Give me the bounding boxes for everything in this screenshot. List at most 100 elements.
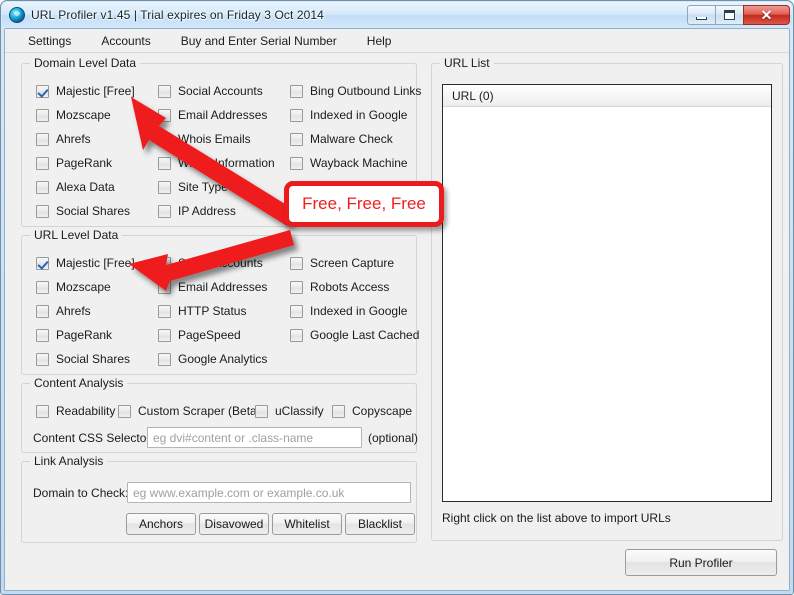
checkbox-domain-ahrefs[interactable]: Ahrefs [36, 132, 91, 146]
checkbox-url-social-shares[interactable]: Social Shares [36, 352, 130, 366]
checkbox-label: Readability [56, 404, 116, 418]
checkbox-url-google-analytics[interactable]: Google Analytics [158, 352, 267, 366]
checkbox-url-screen-capture[interactable]: Screen Capture [290, 256, 394, 270]
checkbox-label: Indexed in Google [310, 304, 408, 318]
checkbox-url-pagerank[interactable]: PageRank [36, 328, 112, 342]
checkbox-box-icon [36, 132, 49, 146]
checkbox-label: Whois Information [178, 156, 275, 170]
checkbox-domain-wayback-machine[interactable]: Wayback Machine [290, 156, 408, 170]
checkbox-url-pagespeed[interactable]: PageSpeed [158, 328, 241, 342]
checkbox-domain-mozscape[interactable]: Mozscape [36, 108, 111, 122]
group-domain-level-data: Domain Level Data Majestic [Free] Mozsca… [21, 56, 421, 227]
application-window: URL Profiler v1.45 | Trial expires on Fr… [0, 0, 794, 595]
blacklist-button[interactable]: Blacklist [345, 513, 415, 535]
checkbox-url-social-accounts[interactable]: Social Accounts [158, 256, 263, 270]
menu-item-help[interactable]: Help [356, 31, 403, 51]
checkbox-uclassify[interactable]: uClassify [255, 404, 324, 418]
anchors-button[interactable]: Anchors [126, 513, 196, 535]
menu-item-buy-serial[interactable]: Buy and Enter Serial Number [170, 31, 348, 51]
group-domain-level-data-title: Domain Level Data [30, 56, 141, 70]
checkbox-copyscape[interactable]: Copyscape [332, 404, 412, 418]
checkbox-label: Social Shares [56, 352, 131, 366]
checkbox-domain-site-type[interactable]: Site Type [158, 180, 228, 194]
checkbox-url-indexed-in-google[interactable]: Indexed in Google [290, 304, 407, 318]
checkbox-label: Majestic [Free] [56, 84, 135, 98]
checkbox-url-ahrefs[interactable]: Ahrefs [36, 304, 91, 318]
domain-to-check-label: Domain to Check: [33, 486, 129, 500]
checkbox-label: Wayback Machine [310, 156, 408, 170]
url-listview-column-header[interactable]: URL (0) [443, 85, 771, 107]
checkbox-box-icon [36, 404, 49, 418]
checkbox-label: Indexed in Google [310, 108, 408, 122]
checkbox-box-icon [255, 404, 268, 418]
close-button[interactable]: ✕ [743, 5, 790, 25]
checkbox-label: PageRank [56, 328, 113, 342]
group-url-list: URL List URL (0) Right click on the list… [431, 56, 783, 541]
checkbox-box-icon [158, 180, 171, 194]
checkbox-domain-social-shares[interactable]: Social Shares [36, 204, 130, 218]
maximize-button[interactable] [715, 5, 744, 25]
menu-item-settings[interactable]: Settings [17, 31, 82, 51]
checkbox-label: IP Address [178, 204, 236, 218]
checkbox-url-email-addresses[interactable]: Email Addresses [158, 280, 267, 294]
checkbox-box-icon [36, 352, 49, 366]
checkbox-domain-social-accounts[interactable]: Social Accounts [158, 84, 263, 98]
checkbox-domain-whois-emails[interactable]: Whois Emails [158, 132, 251, 146]
maximize-icon [724, 10, 735, 20]
checkbox-url-google-last-cached[interactable]: Google Last Cached [290, 328, 419, 342]
checkbox-url-mozscape[interactable]: Mozscape [36, 280, 111, 294]
disavowed-button[interactable]: Disavowed [199, 513, 269, 535]
whitelist-button[interactable]: Whitelist [272, 513, 342, 535]
checkbox-label: Google Analytics [178, 352, 268, 366]
content-css-selector-input[interactable]: eg dvi#content or .class-name [147, 427, 362, 448]
menu-item-accounts[interactable]: Accounts [90, 31, 161, 51]
checkbox-box-icon [290, 328, 303, 342]
checkbox-domain-pagerank[interactable]: PageRank [36, 156, 112, 170]
menu-bar: Settings Accounts Buy and Enter Serial N… [5, 29, 789, 53]
checkbox-domain-whois-information[interactable]: Whois Information [158, 156, 275, 170]
group-content-analysis-title: Content Analysis [30, 376, 128, 390]
checkbox-box-icon [36, 108, 49, 122]
group-url-list-title: URL List [440, 56, 494, 70]
checkbox-box-icon [290, 132, 303, 146]
checkbox-url-majestic-free[interactable]: Majestic [Free] [36, 256, 135, 270]
checkbox-label: Majestic [Free] [56, 256, 135, 270]
checkbox-domain-bing-outbound-links[interactable]: Bing Outbound Links [290, 84, 421, 98]
run-profiler-button[interactable]: Run Profiler [625, 549, 777, 576]
checkbox-box-icon [290, 180, 303, 194]
content-css-selector-optional-label: (optional) [368, 431, 419, 445]
minimize-button[interactable] [687, 5, 716, 25]
domain-to-check-input[interactable]: eg www.example.com or example.co.uk [127, 482, 411, 503]
checkbox-label: Whois Emails [178, 132, 251, 146]
checkbox-label: Copyscape [352, 404, 413, 418]
checkbox-domain-ip-address[interactable]: IP Address [158, 204, 236, 218]
checkbox-box-icon [158, 256, 171, 270]
checkbox-url-http-status[interactable]: HTTP Status [158, 304, 246, 318]
checkbox-label: Social Accounts [178, 84, 263, 98]
window-title: URL Profiler v1.45 | Trial expires on Fr… [31, 8, 324, 22]
url-list-hint: Right click on the list above to import … [442, 511, 671, 525]
group-content-analysis: Content Analysis Readability Custom Scra… [21, 376, 419, 453]
checkbox-box-icon [158, 280, 171, 294]
checkbox-label: Google Last Cached [310, 328, 420, 342]
checkbox-label: PageRank [56, 156, 113, 170]
checkbox-url-robots-access[interactable]: Robots Access [290, 280, 389, 294]
checkbox-domain-dmoz-listing[interactable]: Dmoz Listing [290, 180, 379, 194]
checkbox-domain-majestic-free[interactable]: Majestic [Free] [36, 84, 135, 98]
checkbox-box-icon [158, 204, 171, 218]
checkbox-domain-indexed-in-google[interactable]: Indexed in Google [290, 108, 407, 122]
checkbox-domain-malware-check[interactable]: Malware Check [290, 132, 393, 146]
checkbox-custom-scraper[interactable]: Custom Scraper (Beta) [118, 404, 261, 418]
checkbox-box-icon [36, 328, 49, 342]
checkbox-domain-alexa-data[interactable]: Alexa Data [36, 180, 115, 194]
checkbox-box-icon [36, 156, 49, 170]
checkbox-box-icon [158, 108, 171, 122]
checkbox-box-icon [158, 132, 171, 146]
checkbox-domain-email-addresses[interactable]: Email Addresses [158, 108, 267, 122]
checkbox-box-icon [158, 328, 171, 342]
url-listview[interactable]: URL (0) [442, 84, 772, 502]
checkbox-readability[interactable]: Readability [36, 404, 115, 418]
content-css-selector-label: Content CSS Selector: [33, 431, 154, 445]
checkbox-label: Robots Access [310, 280, 390, 294]
checkbox-label: Mozscape [56, 108, 111, 122]
